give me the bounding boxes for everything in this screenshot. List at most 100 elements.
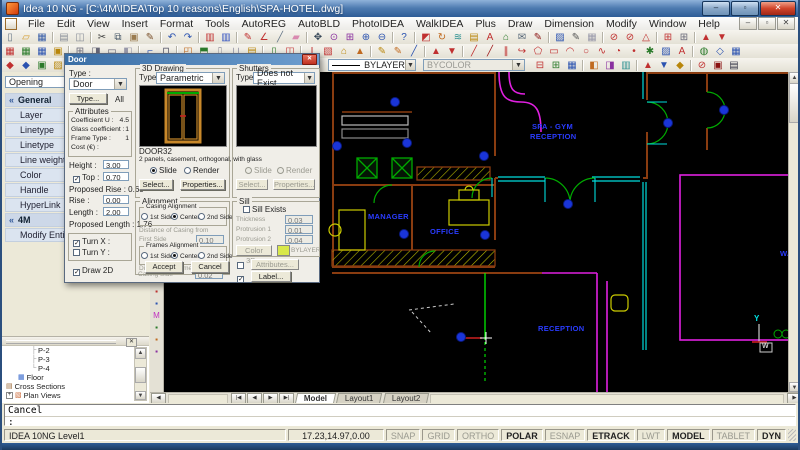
scroll-thumb[interactable] bbox=[789, 83, 800, 123]
pen-icon[interactable]: ✎ bbox=[530, 31, 546, 44]
table-gray-icon[interactable]: ⊞ bbox=[676, 31, 692, 44]
osnap-red-icon[interactable]: ◆ bbox=[2, 59, 18, 72]
menu-help[interactable]: Help bbox=[692, 18, 726, 30]
pen-gold-icon[interactable]: ✎ bbox=[374, 45, 390, 58]
close-button[interactable]: ✕ bbox=[760, 1, 796, 16]
grid3-icon[interactable]: ▦ bbox=[564, 59, 580, 72]
parallel-icon[interactable]: ∥ bbox=[498, 45, 514, 58]
eraser-icon[interactable]: ▰ bbox=[288, 31, 304, 44]
half3-icon[interactable]: ◧ bbox=[586, 59, 602, 72]
mail-icon[interactable]: ✉ bbox=[514, 31, 530, 44]
resize-grip[interactable] bbox=[788, 429, 796, 441]
toggle-etrack[interactable]: ETRACK bbox=[587, 429, 635, 441]
collapse-icon[interactable]: « bbox=[9, 95, 14, 105]
sheet-red-icon[interactable]: ▥ bbox=[202, 31, 218, 44]
layers-icon[interactable]: ≋ bbox=[450, 31, 466, 44]
draft-icon[interactable]: ✎ bbox=[568, 31, 584, 44]
zoom-in-icon[interactable]: ⊕ bbox=[358, 31, 374, 44]
osnap-blue-icon[interactable]: ◆ bbox=[18, 59, 34, 72]
door-type-combo[interactable]: Door▼ bbox=[69, 78, 127, 90]
open-icon[interactable]: ▱ bbox=[18, 31, 34, 44]
menu-autobld[interactable]: AutoBLD bbox=[292, 18, 346, 30]
zoom-realtime-icon[interactable]: ⊙ bbox=[326, 31, 342, 44]
menu-file[interactable]: File bbox=[22, 18, 51, 30]
grid-blue-icon[interactable]: ▦ bbox=[34, 45, 50, 58]
table2-icon[interactable]: ▦ bbox=[728, 45, 744, 58]
layer-green-icon[interactable]: ▣ bbox=[34, 59, 50, 72]
length-field[interactable]: 2.00 bbox=[103, 207, 129, 216]
arrow-down-icon[interactable]: ▼ bbox=[714, 31, 730, 44]
casing-2nd-radio[interactable] bbox=[198, 213, 205, 220]
dark-grid-icon[interactable]: ▤ bbox=[726, 59, 742, 72]
block-icon[interactable]: ⌂ bbox=[498, 31, 514, 44]
casing-center-radio[interactable] bbox=[171, 213, 178, 220]
tree-item-cross-sections[interactable]: ▤Cross Sections bbox=[2, 382, 149, 391]
grid-red-icon[interactable]: ▦ bbox=[2, 45, 18, 58]
dialog-title-bar[interactable]: Door ✕ bbox=[65, 54, 319, 65]
polygon-icon[interactable]: ⬠ bbox=[530, 45, 546, 58]
no-entry-1-icon[interactable]: ⊘ bbox=[606, 31, 622, 44]
rows-icon[interactable]: ▥ bbox=[618, 59, 634, 72]
circle-icon[interactable]: ○ bbox=[578, 45, 594, 58]
region-icon[interactable]: ◍ bbox=[696, 45, 712, 58]
toggle-esnap[interactable]: ESNAP bbox=[545, 429, 586, 441]
frames-2nd-radio[interactable] bbox=[198, 252, 205, 259]
menu-insert[interactable]: Insert bbox=[116, 18, 154, 30]
redo-icon[interactable]: ↷ bbox=[180, 31, 196, 44]
canvas-vertical-scrollbar[interactable]: ▲ ▼ bbox=[788, 72, 800, 392]
color-combo[interactable]: BYCOLOR ▼ bbox=[423, 59, 525, 71]
house-icon[interactable]: ⌂ bbox=[336, 45, 352, 58]
rise-field[interactable]: 0.00 bbox=[103, 195, 129, 204]
ellipse-icon[interactable]: ◔ bbox=[610, 45, 626, 58]
mini-m-icon[interactable]: M bbox=[151, 310, 163, 322]
menu-plus[interactable]: Plus bbox=[469, 18, 501, 30]
diamond2-icon[interactable]: ◆ bbox=[672, 59, 688, 72]
help-icon[interactable]: ? bbox=[396, 31, 412, 44]
no-entry-2-icon[interactable]: ⊘ bbox=[622, 31, 638, 44]
chevron-down-icon[interactable]: ▼ bbox=[114, 79, 126, 89]
down2-icon[interactable]: ▼ bbox=[656, 59, 672, 72]
save-icon[interactable]: ▦ bbox=[34, 31, 50, 44]
linetype-combo[interactable]: BYLAYER ▼ bbox=[328, 59, 416, 71]
ramp-icon[interactable]: ▲ bbox=[352, 45, 368, 58]
top-field[interactable]: 0.70 bbox=[103, 172, 129, 181]
mini-purple-icon[interactable]: ▪ bbox=[151, 346, 163, 358]
chevron-down-icon[interactable]: ▼ bbox=[304, 73, 314, 83]
turn-y-checkbox[interactable] bbox=[73, 249, 80, 256]
menu-walkidea[interactable]: WalkIDEA bbox=[410, 18, 469, 30]
roof2-icon[interactable]: ▧ bbox=[320, 45, 336, 58]
zoom-window-icon[interactable]: ⊞ bbox=[342, 31, 358, 44]
cancel-button[interactable]: Cancel bbox=[191, 261, 229, 273]
ban3-icon[interactable]: ⊘ bbox=[694, 59, 710, 72]
mini-blue-icon[interactable]: ▪ bbox=[151, 298, 163, 310]
tree-item-plan-views[interactable]: +▧Plan Views bbox=[2, 391, 149, 400]
menu-tools[interactable]: Tools bbox=[199, 18, 236, 30]
mini-green-icon[interactable]: ▪ bbox=[151, 322, 163, 334]
expand-icon[interactable]: + bbox=[6, 392, 13, 399]
line-tool-icon[interactable]: ╱ bbox=[272, 31, 288, 44]
menu-draw[interactable]: Draw bbox=[502, 18, 539, 30]
frames-1st-radio[interactable] bbox=[141, 252, 148, 259]
hatch2-icon[interactable]: ▨ bbox=[658, 45, 674, 58]
tree-item-p-4[interactable]: └P-4 bbox=[2, 364, 149, 373]
cut-icon[interactable]: ✂ bbox=[94, 31, 110, 44]
plant-icon[interactable]: ✱ bbox=[642, 45, 658, 58]
toggle-dyn[interactable]: DYN bbox=[757, 429, 786, 441]
draw-2d-checkbox[interactable] bbox=[73, 269, 80, 276]
top-checkbox[interactable] bbox=[73, 176, 80, 183]
new-icon[interactable]: ▯ bbox=[2, 31, 18, 44]
scroll-down-icon[interactable]: ▼ bbox=[789, 382, 800, 392]
menu-photoidea[interactable]: PhotoIDEA bbox=[346, 18, 410, 30]
point-icon[interactable]: • bbox=[626, 45, 642, 58]
menu-window[interactable]: Window bbox=[643, 18, 692, 30]
select-button[interactable]: Select... bbox=[139, 179, 173, 190]
menu-view[interactable]: View bbox=[81, 18, 116, 30]
mdi-close-button[interactable]: ✕ bbox=[777, 17, 795, 30]
text-icon[interactable]: A bbox=[482, 31, 498, 44]
shutters-type-combo[interactable]: Does not Exist▼ bbox=[253, 72, 315, 84]
minimize-button[interactable]: – bbox=[702, 1, 730, 16]
toggle-polar[interactable]: POLAR bbox=[501, 429, 543, 441]
menu-edit[interactable]: Edit bbox=[51, 18, 81, 30]
chevron-down-icon[interactable]: ▼ bbox=[405, 60, 415, 70]
mini-red-icon[interactable]: ▪ bbox=[151, 286, 163, 298]
